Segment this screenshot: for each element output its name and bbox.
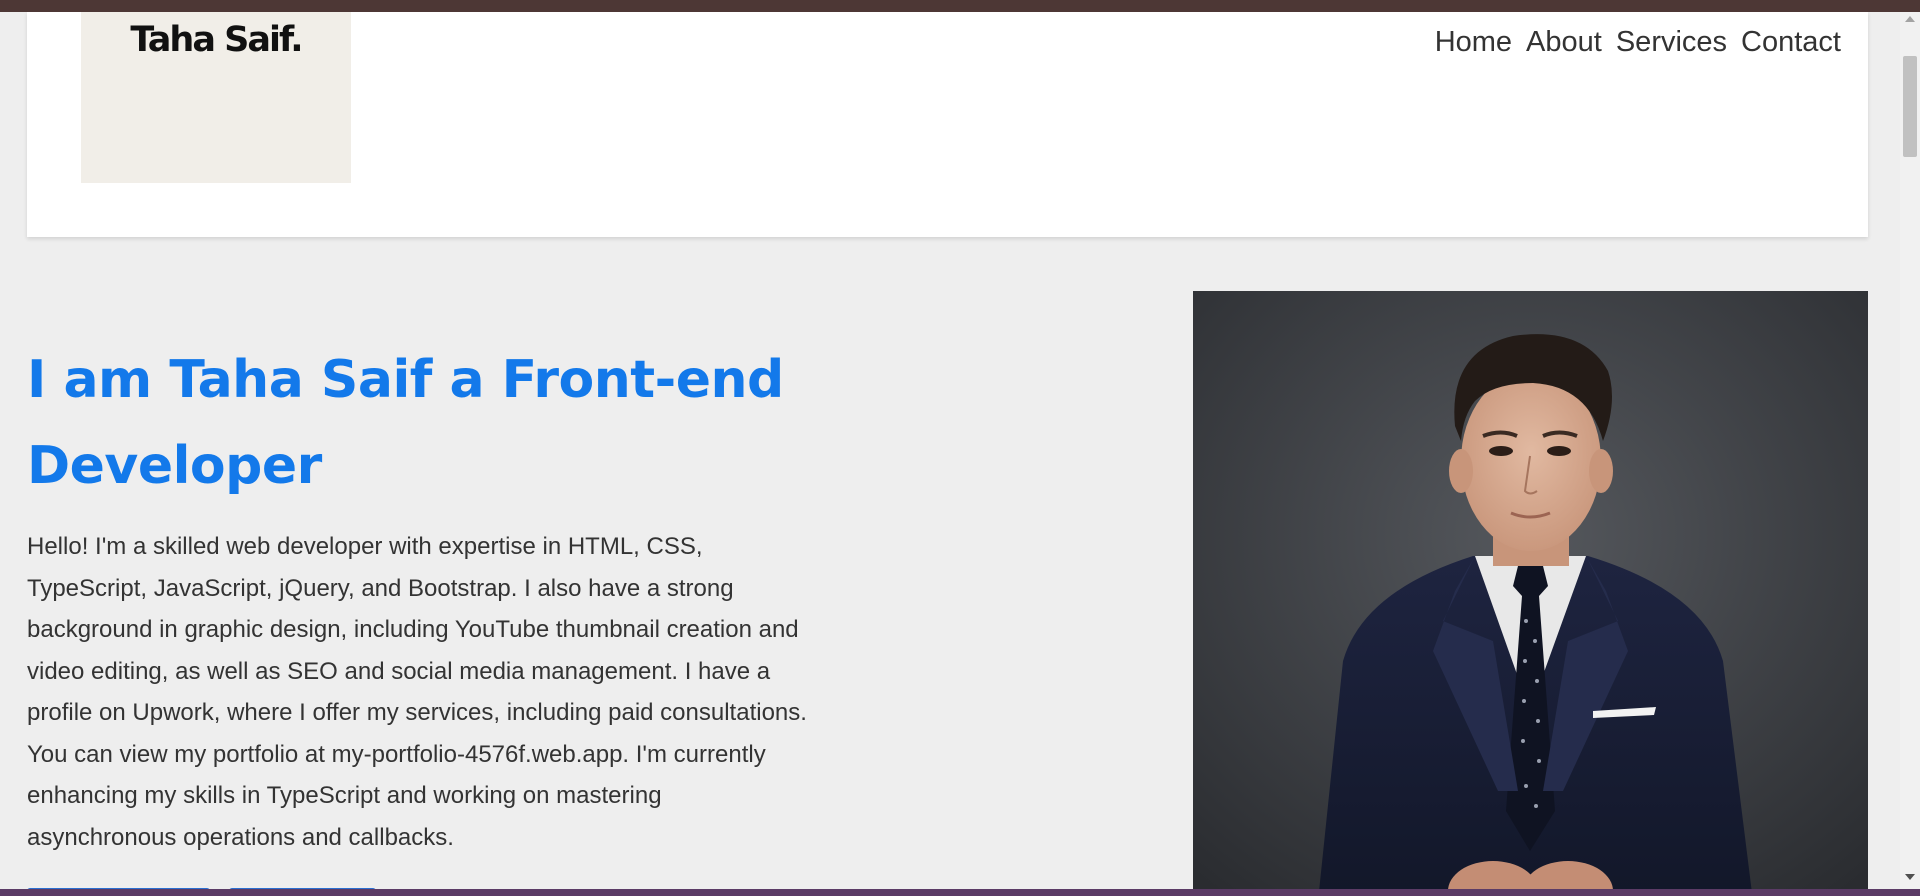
window-bottom-border [0, 889, 1920, 896]
vertical-scrollbar[interactable] [1900, 12, 1920, 889]
nav-link-about[interactable]: About [1526, 26, 1602, 59]
nav-link-home[interactable]: Home [1435, 26, 1512, 59]
logo-text: Taha Saif. [130, 20, 303, 60]
logo[interactable]: Taha Saif. [81, 12, 351, 183]
nav-link-services[interactable]: Services [1616, 26, 1727, 59]
main-nav: Home About Services Contact [1435, 26, 1841, 59]
site-header: Taha Saif. Home About Services Contact [27, 12, 1868, 237]
hero-title: I am Taha Saif a Front-end Developer [27, 350, 784, 496]
window-top-border [0, 0, 1920, 12]
hero-intro-text: Hello! I'm a skilled web developer with … [27, 533, 807, 851]
page-viewport: Taha Saif. Home About Services Contact I… [0, 12, 1900, 889]
profile-photo [1193, 291, 1868, 889]
scrollbar-thumb[interactable] [1903, 56, 1917, 157]
scroll-down-icon[interactable] [1905, 874, 1915, 880]
nav-link-contact[interactable]: Contact [1741, 26, 1841, 59]
scroll-up-icon[interactable] [1905, 16, 1915, 22]
